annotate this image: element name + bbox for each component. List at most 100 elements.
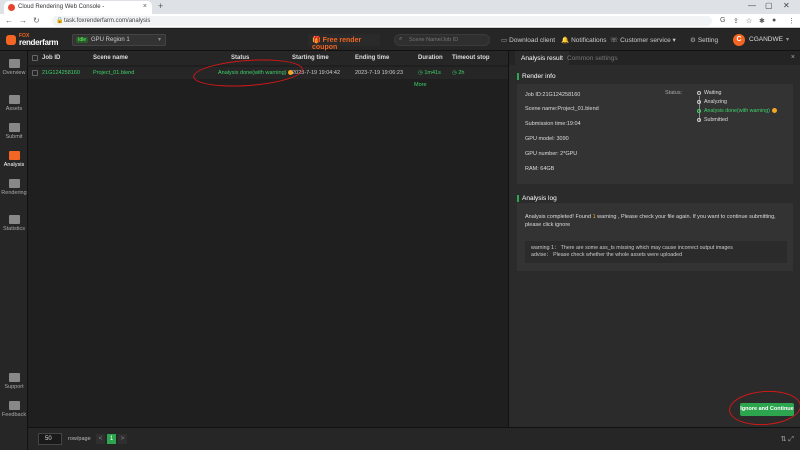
search-input[interactable]: ⌕ Scene Name/Job ID: [394, 34, 490, 46]
info-ram: RAM: 64GB: [525, 166, 555, 172]
chevron-down-icon[interactable]: ▾: [786, 36, 789, 43]
info-gpu-number: GPU number: 2*GPU: [525, 151, 578, 157]
sort-icon[interactable]: ⇅: [781, 436, 787, 443]
setting-label: Setting: [697, 37, 719, 44]
column-header-ending-time[interactable]: Ending time: [355, 55, 389, 61]
tab-analysis-result[interactable]: Analysis result: [515, 51, 569, 65]
region-selector[interactable]: Idle GPU Region 1 ▾: [72, 34, 166, 46]
column-header-duration[interactable]: Duration: [418, 55, 443, 61]
analysis-icon: [8, 151, 20, 160]
logo[interactable]: FOX renderfarm: [6, 33, 66, 47]
browser-tab-bar: Cloud Rendering Web Console - × + — ▢ ✕: [0, 0, 800, 14]
tab-common-settings[interactable]: Common settings: [567, 55, 618, 62]
logo-mark-icon: [6, 35, 16, 45]
close-tab-icon[interactable]: ×: [143, 3, 147, 10]
job-id-cell: 21G124258160: [42, 70, 80, 76]
sidebar-item-label: Statistics: [2, 226, 25, 232]
status-step-analyzing: Analyzing: [697, 99, 727, 105]
gift-icon: 🎁: [312, 37, 321, 44]
page-button-1[interactable]: 1: [107, 434, 116, 444]
setting-link[interactable]: ⚙ Setting: [690, 36, 718, 44]
fullscreen-icon[interactable]: ⤢: [788, 436, 794, 443]
row-checkbox[interactable]: [32, 70, 38, 76]
reload-icon[interactable]: ↻: [33, 16, 40, 25]
browser-address-bar: ← → ↻ 🔒 task.foxrenderfarm.com/analysis …: [0, 14, 800, 28]
warning-text: warning 1： There are some ass_ts missing…: [531, 245, 733, 251]
pagination-bar: 50 row/page < 1 > ⇅ ⤢: [28, 427, 800, 450]
back-icon[interactable]: ←: [5, 16, 13, 25]
next-page-button[interactable]: >: [118, 434, 127, 444]
browser-tab-title: Cloud Rendering Web Console -: [18, 4, 105, 10]
bar-chart-icon: [8, 215, 20, 224]
step-label: Waiting: [704, 90, 722, 96]
window-close-icon[interactable]: ✕: [783, 1, 790, 10]
select-all-checkbox[interactable]: [32, 55, 38, 61]
column-header-timeout-stop[interactable]: Timeout stop: [452, 55, 490, 61]
favicon-icon: [8, 4, 15, 11]
minimize-icon[interactable]: —: [748, 1, 756, 10]
lock-icon: 🔒: [56, 18, 64, 24]
column-header-starting-time[interactable]: Starting time: [292, 55, 329, 61]
info-scene-name: Scene name:Project_01.blend: [525, 106, 599, 112]
sidebar-item-label: Submit: [5, 134, 23, 140]
sidebar-item-label: Feedback: [1, 412, 27, 418]
more-link[interactable]: More: [414, 82, 427, 88]
avatar[interactable]: C: [733, 34, 745, 46]
status-step-waiting: Waiting: [697, 90, 721, 96]
duration-cell: ◷ 1m41s: [418, 70, 441, 76]
sidebar-item-feedback[interactable]: Feedback: [0, 399, 28, 425]
panel-tabs: Analysis result Common settings ×: [509, 51, 800, 65]
username[interactable]: CGANDWE: [749, 36, 783, 43]
notifications-link[interactable]: 🔔 Notifications: [561, 36, 607, 44]
job-table: Job ID Scene name Status Starting time E…: [28, 51, 508, 427]
bookmark-star-icon[interactable]: ☆: [746, 17, 752, 25]
log-prefix: Analysis completed! Found: [525, 214, 592, 220]
forward-icon[interactable]: →: [19, 16, 27, 25]
analysis-log-heading: Analysis log: [517, 195, 557, 202]
column-header-job-id[interactable]: Job ID: [42, 55, 60, 61]
sidebar-item-assets[interactable]: Assets: [0, 93, 28, 119]
column-header-scene-name[interactable]: Scene name: [93, 55, 128, 61]
chevron-down-icon: ▾: [670, 37, 676, 44]
timeout-cell: ◷ 2h: [452, 70, 464, 76]
sidebar-item-overview[interactable]: Overview: [0, 57, 28, 83]
sidebar-item-analysis[interactable]: Analysis: [0, 149, 28, 175]
maximize-icon[interactable]: ▢: [765, 1, 773, 10]
new-tab-icon[interactable]: +: [158, 1, 163, 11]
render-info-heading: Render info: [517, 73, 556, 80]
sidebar-item-support[interactable]: Support: [0, 371, 28, 397]
url-text: task.foxrenderfarm.com/analysis: [64, 18, 151, 24]
sidebar-item-label: Assets: [5, 106, 23, 112]
download-client-label: Download client: [509, 37, 556, 44]
sidebar-item-rendering[interactable]: Rendering: [0, 177, 28, 203]
url-field[interactable]: 🔒 task.foxrenderfarm.com/analysis: [52, 16, 712, 26]
search-icon: ⌕: [399, 36, 403, 42]
step-label: Analysis done(with warning): [704, 108, 770, 114]
info-job-id: Job ID:21G124258160: [525, 92, 581, 98]
warning-detail: warning 1： There are some ass_ts missing…: [525, 241, 787, 263]
feedback-icon: [8, 401, 20, 410]
render-info-box: Job ID:21G124258160 Scene name:Project_0…: [517, 84, 793, 184]
customer-service-link[interactable]: ☏ Customer service ▾: [610, 36, 676, 44]
monitor-icon: ▭: [501, 37, 508, 44]
folder-icon: [8, 95, 20, 104]
translate-icon[interactable]: G: [720, 17, 725, 24]
share-icon[interactable]: ⇪: [733, 17, 739, 25]
sidebar-item-label: Rendering: [1, 190, 27, 196]
step-dot-icon: [697, 90, 701, 95]
close-icon[interactable]: ×: [791, 54, 795, 61]
sidebar-item-submit[interactable]: Submit: [0, 121, 28, 147]
document-icon: [8, 373, 20, 382]
browser-menu-icon[interactable]: ⋮: [788, 17, 795, 25]
step-dot-icon: [697, 117, 701, 122]
customer-service-label: Customer service: [620, 37, 671, 44]
download-client-link[interactable]: ▭ Download client: [501, 36, 555, 44]
free-render-coupon-button[interactable]: 🎁 Free render coupon: [308, 34, 380, 51]
prev-page-button[interactable]: <: [96, 434, 105, 444]
extensions-icon[interactable]: ✱: [759, 17, 765, 25]
page-size-select[interactable]: 50: [38, 433, 62, 445]
upload-icon: [8, 123, 20, 132]
browser-tab[interactable]: Cloud Rendering Web Console - ×: [4, 1, 152, 14]
profile-icon[interactable]: ●: [772, 17, 776, 24]
sidebar-item-statistics[interactable]: Statistics: [0, 213, 28, 239]
